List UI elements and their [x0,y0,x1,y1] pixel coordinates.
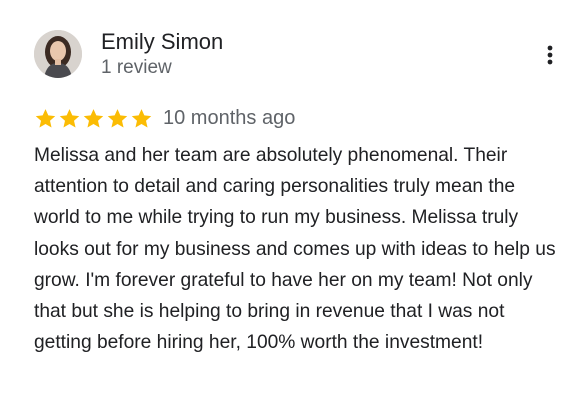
rating-row: 10 months ago [34,103,295,133]
star-rating [34,107,154,130]
star-icon [82,107,105,130]
review-text: Melissa and her team are absolutely phen… [34,145,556,354]
star-icon [34,107,57,130]
review-count: 1 review [101,57,172,78]
avatar[interactable] [34,30,82,78]
star-icon [130,107,153,130]
review-card: Emily Simon 1 review 10 months ago Melis… [0,0,566,400]
review-date: 10 months ago [163,107,296,129]
star-icon [106,107,129,130]
reviewer-name[interactable]: Emily Simon [101,28,223,56]
avatar-photo [34,30,82,78]
more-vert-icon [547,45,553,65]
more-options-button[interactable] [536,40,564,70]
star-icon [58,107,81,130]
